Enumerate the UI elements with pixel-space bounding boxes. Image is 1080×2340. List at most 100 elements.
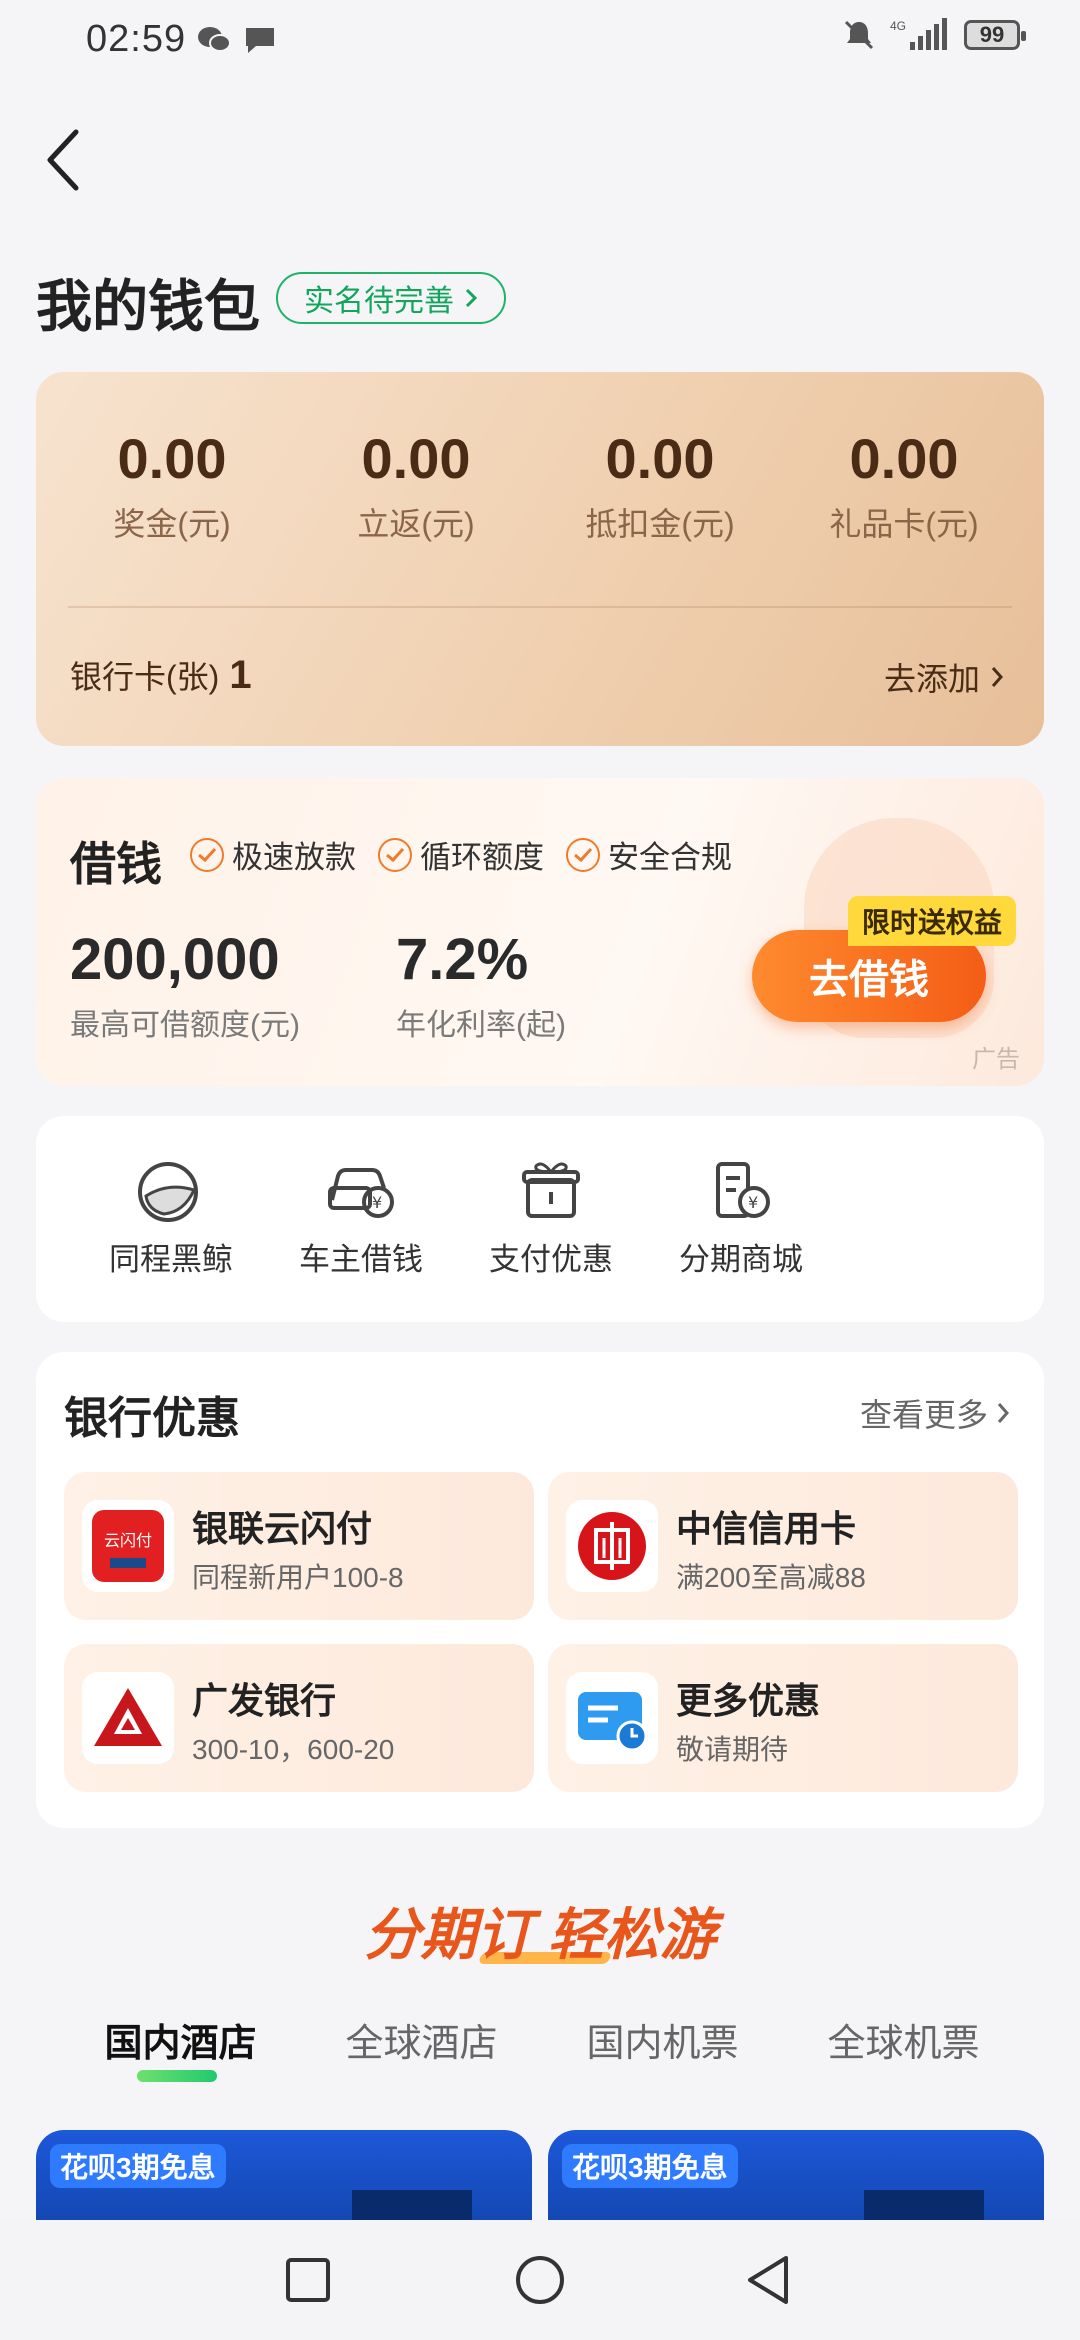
balance-label: 立返(元) — [357, 506, 475, 542]
verify-label: 实名待完善 — [304, 285, 454, 318]
car-loan-icon: ¥ — [328, 1168, 394, 1218]
loan-tag: 安全合规 — [566, 832, 732, 877]
status-bar: 02:59 4G 99 — [0, 0, 1080, 80]
balance-label: 礼品卡(元) — [829, 506, 979, 542]
offer-name: 中信信用卡 — [676, 1508, 857, 1549]
page-title: 我的钱包 — [36, 275, 260, 338]
add-label: 去添加 — [883, 661, 980, 697]
installment-mall-icon: ¥ — [716, 1162, 770, 1218]
shortcut-label: 支付优惠 — [489, 1242, 613, 1277]
see-more-link[interactable]: 查看更多 — [860, 1390, 1010, 1436]
loan-tag: 循环额度 — [378, 832, 544, 877]
shortcut-whale[interactable]: 同程黑鲸 — [76, 1156, 266, 1279]
system-nav-bar — [0, 2220, 1080, 2340]
offer-cgb[interactable]: 广发银行 300-10，600-20 — [64, 1644, 534, 1792]
loan-tag: 极速放款 — [190, 832, 356, 877]
offer-desc: 同程新用户100-8 — [192, 1562, 404, 1593]
system-icons: 4G 99 — [842, 18, 1026, 52]
divider — [68, 606, 1012, 608]
section-title: 银行优惠 — [64, 1394, 240, 1443]
loan-max-amount: 200,000 — [70, 927, 280, 992]
message-icon — [246, 28, 274, 53]
offer-name: 更多优惠 — [676, 1680, 821, 1721]
bank-offers-card: 银行优惠 查看更多 云闪付 银联云闪付 同程新用户100-8 中信信用卡 满20… — [36, 1352, 1044, 1828]
offer-unionpay[interactable]: 云闪付 银联云闪付 同程新用户100-8 — [64, 1472, 534, 1620]
travel-tabs: 国内酒店 全球酒店 国内机票 全球机票 — [60, 2012, 1024, 2067]
balance-label: 奖金(元) — [113, 506, 231, 542]
gift-icon — [522, 1162, 580, 1218]
tab-domestic-flight[interactable]: 国内机票 — [542, 2012, 783, 2067]
bank-card-count: 1 — [229, 652, 252, 697]
loan-max-amount-label: 最高可借额度(元) — [70, 1009, 300, 1042]
promo-heading: 分期订 轻松游 — [364, 1903, 716, 1966]
wallet-balance-card: 0.00 奖金(元) 0.00 立返(元) 0.00 抵扣金(元) 0.00 礼… — [36, 372, 1044, 746]
verify-identity-button[interactable]: 实名待完善 — [276, 272, 506, 324]
svg-text:¥: ¥ — [748, 1193, 758, 1212]
tab-global-flight[interactable]: 全球机票 — [783, 2012, 1024, 2067]
check-icon — [566, 837, 600, 872]
balance-value: 0.00 — [117, 427, 227, 490]
loan-title: 借钱 — [70, 838, 162, 890]
recents-square-icon[interactable] — [278, 2250, 338, 2310]
promo-badge: 限时送权益 — [848, 896, 1017, 946]
cgb-icon — [82, 1672, 174, 1764]
chevron-right-icon — [991, 667, 1004, 687]
bonus-balance[interactable]: 0.00 奖金(元) — [50, 426, 294, 545]
tag-label: 循环额度 — [420, 840, 544, 875]
back-arrow-icon[interactable] — [36, 120, 96, 200]
balance-value: 0.00 — [849, 427, 959, 490]
back-triangle-icon[interactable] — [740, 2250, 800, 2310]
offer-more[interactable]: 更多优惠 敬请期待 — [548, 1644, 1018, 1792]
loan-card[interactable]: 借钱 极速放款 循环额度 安全合规 200,000 最高可借额度(元) 7.2%… — [36, 778, 1044, 1086]
shortcut-label: 分期商城 — [679, 1242, 803, 1277]
balance-value: 0.00 — [605, 427, 715, 490]
notification-icons — [196, 24, 278, 56]
tag-label: 安全合规 — [608, 840, 732, 875]
offer-name: 银联云闪付 — [192, 1508, 373, 1549]
shortcut-installment-mall[interactable]: ¥ 分期商城 — [646, 1156, 836, 1279]
hotel-badge: 花呗3期免息 — [50, 2144, 226, 2188]
shortcut-label: 同程黑鲸 — [109, 1242, 233, 1277]
signal-icon: 4G — [890, 18, 947, 50]
battery-indicator: 99 — [964, 20, 1026, 50]
see-more-label: 查看更多 — [859, 1397, 988, 1433]
gift-card-balance[interactable]: 0.00 礼品卡(元) — [782, 426, 1026, 545]
check-icon — [190, 837, 224, 872]
chevron-right-icon — [465, 288, 478, 308]
unionpay-logo-text: 云闪付 — [104, 1531, 152, 1550]
balance-label: 抵扣金(元) — [585, 506, 735, 542]
tab-indicator — [137, 2070, 217, 2082]
offer-name: 广发银行 — [192, 1680, 337, 1721]
offer-desc: 满200至高减88 — [676, 1562, 866, 1593]
mute-bell-icon — [844, 20, 874, 50]
ad-label: 广告 — [972, 1046, 1020, 1073]
shortcut-pay-discount[interactable]: 支付优惠 — [456, 1156, 646, 1279]
loan-annual-rate: 7.2% — [396, 927, 529, 992]
cashback-balance[interactable]: 0.00 立返(元) — [294, 426, 538, 545]
shortcut-card: 同程黑鲸 ¥ 车主借钱 支付优惠 ¥ 分期商城 — [36, 1116, 1044, 1322]
svg-text:4G: 4G — [890, 19, 906, 33]
add-bank-card-link[interactable]: 去添加 — [884, 654, 1004, 700]
bank-card-row[interactable]: 银行卡(张) 1 — [70, 652, 252, 698]
tab-domestic-hotel[interactable]: 国内酒店 — [60, 2012, 301, 2067]
chevron-right-icon — [997, 1403, 1010, 1423]
unionpay-icon: 云闪付 — [82, 1500, 174, 1592]
whale-icon — [138, 1162, 198, 1222]
offer-desc: 敬请期待 — [676, 1734, 789, 1765]
shortcut-car-loan[interactable]: ¥ 车主借钱 — [266, 1156, 456, 1279]
offer-citic[interactable]: 中信信用卡 满200至高减88 — [548, 1472, 1018, 1620]
shortcut-label: 车主借钱 — [299, 1242, 423, 1277]
loan-tags: 极速放款 循环额度 安全合规 — [190, 832, 732, 877]
balance-value: 0.00 — [361, 427, 471, 490]
bank-card-label: 银行卡(张) — [70, 659, 220, 695]
svg-text:¥: ¥ — [372, 1193, 382, 1212]
home-circle-icon[interactable] — [510, 2250, 570, 2310]
offer-desc: 300-10，600-20 — [192, 1734, 395, 1765]
hotel-badge: 花呗3期免息 — [562, 2144, 738, 2188]
card-clock-icon — [566, 1672, 658, 1764]
loan-annual-rate-label: 年化利率(起) — [396, 1009, 566, 1042]
wechat-icon — [198, 27, 231, 52]
citic-icon — [566, 1500, 658, 1592]
deduction-balance[interactable]: 0.00 抵扣金(元) — [538, 426, 782, 545]
tab-global-hotel[interactable]: 全球酒店 — [301, 2012, 542, 2067]
